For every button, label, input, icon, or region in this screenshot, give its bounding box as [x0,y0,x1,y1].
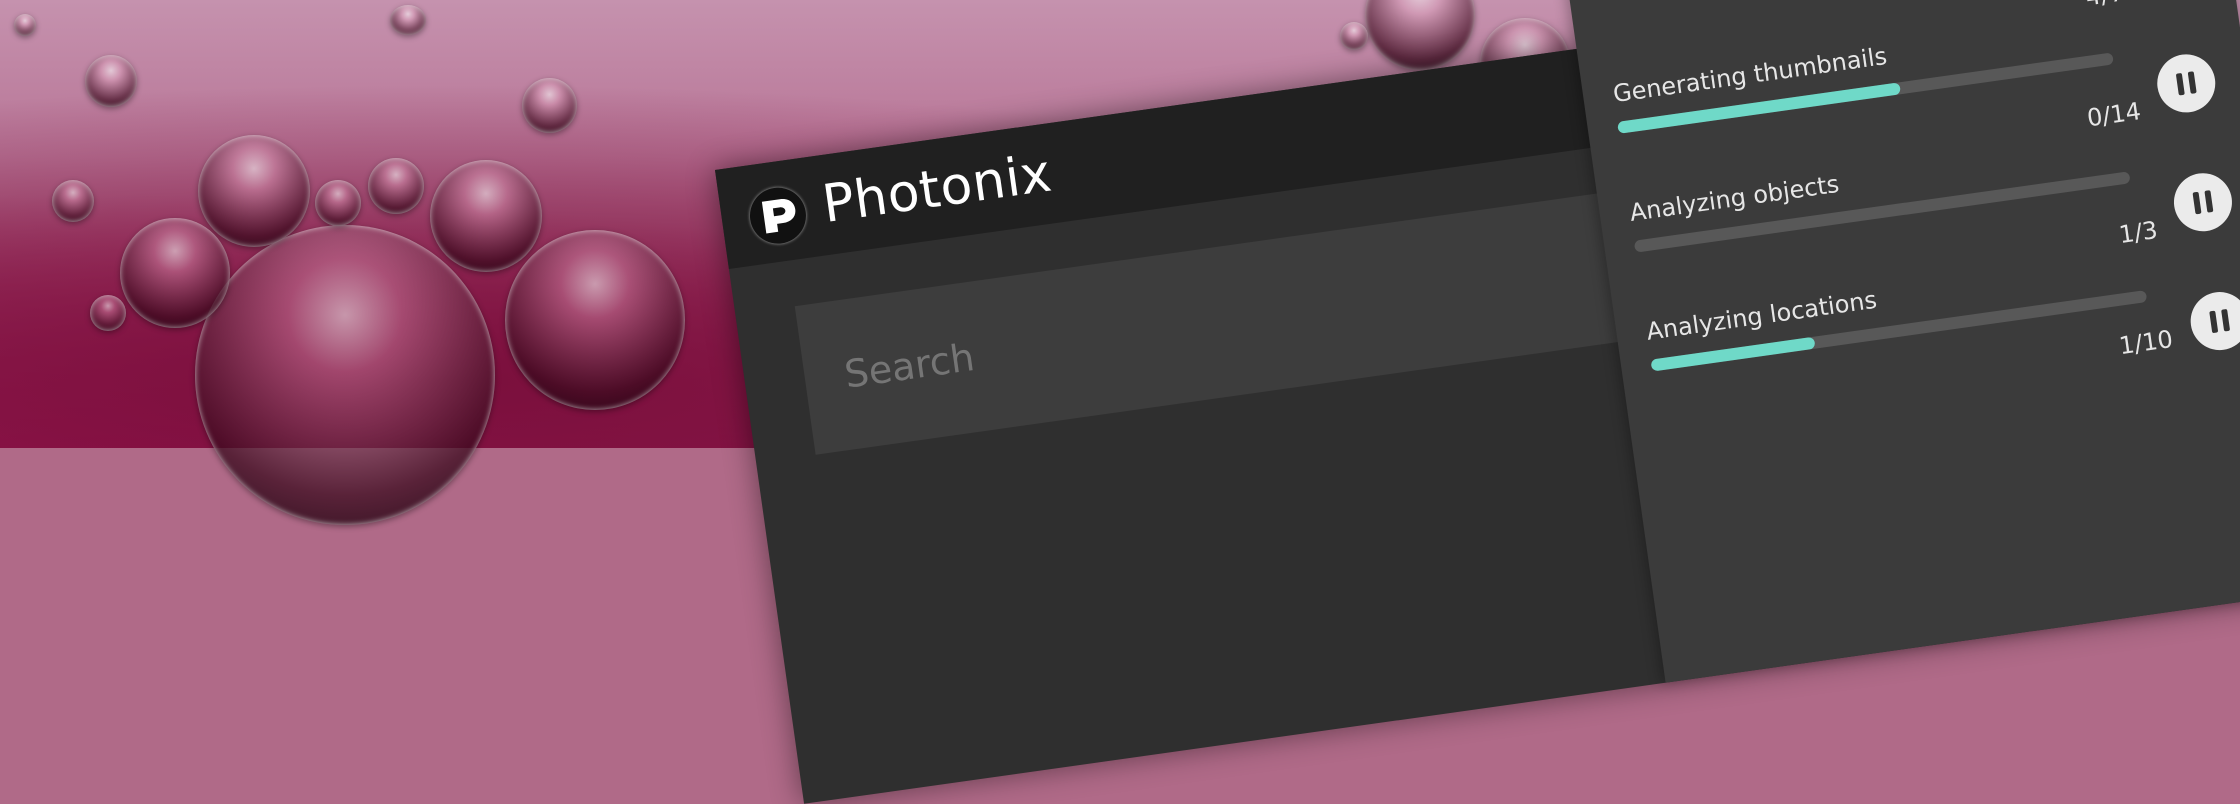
task-count: 4/7 [2084,0,2126,11]
bubble [390,5,426,35]
bubble [315,180,361,226]
bubble [52,180,94,222]
pause-button[interactable] [2186,288,2240,354]
bubble [90,295,126,331]
pause-icon [2187,71,2197,94]
bubble [198,135,310,247]
progress-fill [1633,240,1636,253]
pause-button[interactable] [2170,169,2236,235]
task-count: 1/10 [2117,324,2175,361]
photonix-logo[interactable] [746,184,810,248]
bubble [505,230,685,410]
pause-icon [2221,308,2231,332]
bubble [85,55,137,107]
app-title: Photonix [818,143,1056,236]
pause-icon [2192,191,2202,215]
bubble [195,225,495,525]
pause-icon [2175,72,2185,96]
pause-icon [2204,190,2214,213]
bubble [120,218,230,328]
bubble [522,78,577,133]
pause-icon [2209,310,2219,334]
bubble [368,158,424,214]
pause-button[interactable] [2153,50,2220,117]
logo-mark-icon [761,199,796,234]
bubble [14,14,36,36]
bubble [430,160,542,272]
tasks-panel: Generating thumbnails 4/7 Analyzing obje… [1559,0,2240,683]
bubble [1365,0,1475,70]
task-count: 1/3 [2117,215,2160,250]
task-count: 0/14 [2085,97,2143,133]
bubble [1340,22,1368,50]
